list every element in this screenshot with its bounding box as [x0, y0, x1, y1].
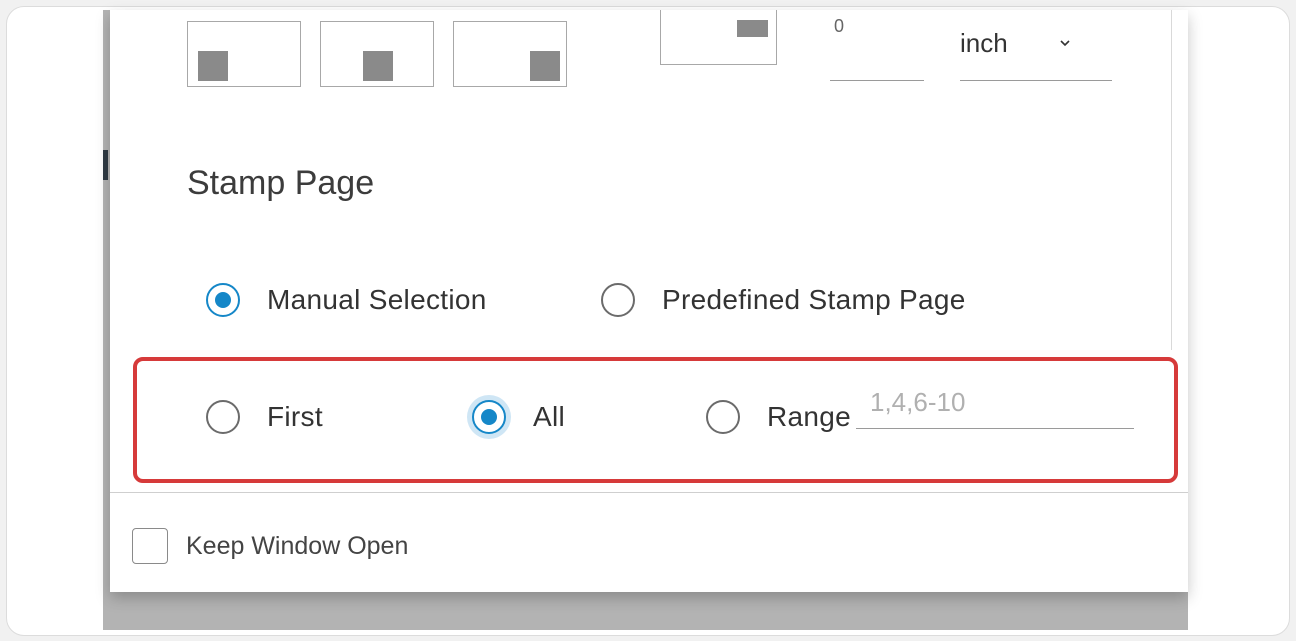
- unit-select-value: inch: [960, 28, 1008, 58]
- position-marker-icon: [737, 20, 768, 37]
- position-marker-icon: [530, 51, 560, 81]
- keep-window-open-checkbox[interactable]: [132, 528, 168, 564]
- keep-window-open-label: Keep Window Open: [186, 531, 409, 560]
- offset-value: 0: [834, 16, 845, 36]
- radio-predefined-stamp-page-label: Predefined Stamp Page: [662, 284, 966, 315]
- radio-all-label: All: [533, 401, 566, 432]
- range-input[interactable]: 1,4,6-10: [856, 383, 1134, 429]
- radio-predefined-stamp-page[interactable]: Predefined Stamp Page: [601, 283, 966, 317]
- radio-range-indicator[interactable]: [706, 400, 740, 434]
- position-bottom-center-button[interactable]: [320, 21, 434, 87]
- radio-all-indicator[interactable]: [472, 400, 506, 434]
- position-bottom-left-button[interactable]: [187, 21, 301, 87]
- unit-select[interactable]: inch: [960, 16, 1112, 81]
- position-marker-icon: [363, 51, 393, 81]
- radio-manual-selection-label: Manual Selection: [267, 284, 487, 315]
- range-placeholder: 1,4,6-10: [870, 387, 966, 417]
- radio-range[interactable]: Range: [706, 400, 851, 434]
- background-window-edge: [103, 150, 108, 180]
- radio-range-label: Range: [767, 401, 852, 432]
- radio-first-label: First: [267, 401, 323, 432]
- footer-divider: [110, 492, 1188, 493]
- panel-divider: [1171, 10, 1172, 350]
- radio-predefined-stamp-page-indicator[interactable]: [601, 283, 635, 317]
- position-top-right-button[interactable]: [660, 10, 777, 65]
- radio-manual-selection[interactable]: Manual Selection: [206, 283, 487, 317]
- position-marker-icon: [198, 51, 228, 81]
- stamp-dialog: 0 inch Stamp Page Manual Selection Prede…: [110, 10, 1188, 592]
- radio-first-indicator[interactable]: [206, 400, 240, 434]
- keep-window-open-row[interactable]: Keep Window Open: [132, 528, 408, 564]
- chevron-down-icon: [1060, 40, 1070, 47]
- radio-manual-selection-indicator[interactable]: [206, 283, 240, 317]
- radio-all[interactable]: All: [472, 400, 565, 434]
- offset-value-input[interactable]: 0: [830, 16, 924, 81]
- position-bottom-right-button[interactable]: [453, 21, 567, 87]
- stamp-page-title: Stamp Page: [187, 164, 375, 202]
- radio-first[interactable]: First: [206, 400, 323, 434]
